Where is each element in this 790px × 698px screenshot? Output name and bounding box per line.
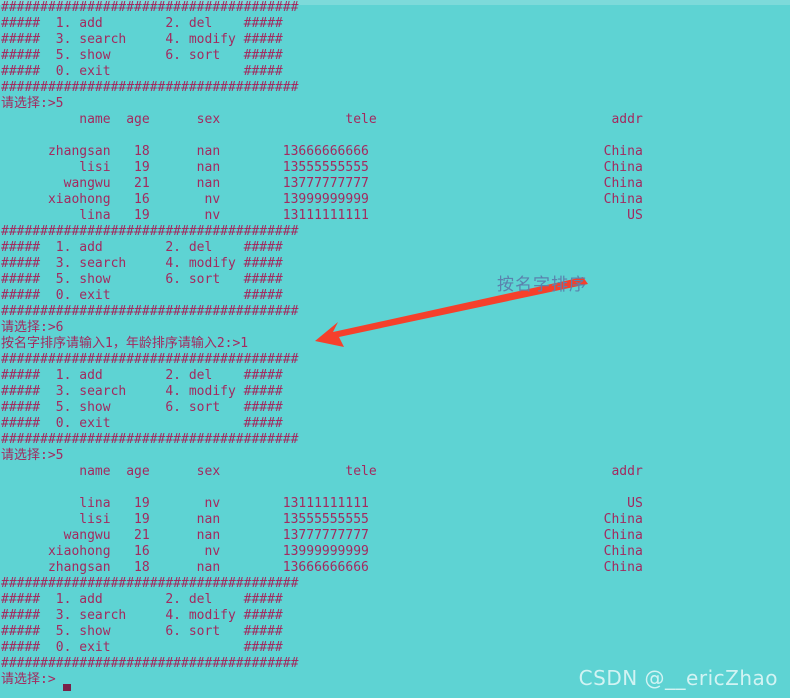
- terminal-line: lina 19 nv 13111111111 US: [1, 208, 643, 223]
- terminal-output[interactable]: ###################################### ##…: [0, 0, 790, 698]
- terminal-line: ######################################: [1, 352, 299, 367]
- terminal-line: ##### 3. search 4. modify #####: [1, 608, 283, 623]
- terminal-line: wangwu 21 nan 13777777777 China: [1, 176, 643, 191]
- terminal-line: name age sex tele addr: [1, 112, 643, 127]
- terminal-line: zhangsan 18 nan 13666666666 China: [1, 560, 643, 575]
- terminal-line: 按名字排序请输入1，年龄排序请输入2:>1: [1, 336, 249, 351]
- terminal-line: ##### 5. show 6. sort #####: [1, 272, 283, 287]
- terminal-line: 请选择:>6: [1, 320, 64, 335]
- terminal-line: 请选择:>5: [1, 96, 64, 111]
- terminal-line: ##### 3. search 4. modify #####: [1, 384, 283, 399]
- terminal-line: ##### 1. add 2. del #####: [1, 240, 283, 255]
- terminal-line: lisi 19 nan 13555555555 China: [1, 512, 643, 527]
- terminal-line: ######################################: [1, 432, 299, 447]
- terminal-line: ##### 1. add 2. del #####: [1, 368, 283, 383]
- terminal-line: ##### 0. exit #####: [1, 416, 283, 431]
- terminal-line: ######################################: [1, 224, 299, 239]
- terminal-line: xiaohong 16 nv 13999999999 China: [1, 544, 643, 559]
- terminal-line: ##### 0. exit #####: [1, 64, 283, 79]
- terminal-line: ######################################: [1, 576, 299, 591]
- terminal-line: lina 19 nv 13111111111 US: [1, 496, 643, 511]
- terminal-line: ##### 5. show 6. sort #####: [1, 400, 283, 415]
- terminal-line: lisi 19 nan 13555555555 China: [1, 160, 643, 175]
- annotation-label: 按名字排序: [497, 275, 587, 295]
- terminal-line: ##### 3. search 4. modify #####: [1, 256, 283, 271]
- terminal-line: wangwu 21 nan 13777777777 China: [1, 528, 643, 543]
- terminal-line: ##### 1. add 2. del #####: [1, 592, 283, 607]
- terminal-line: ######################################: [1, 80, 299, 95]
- terminal-line: xiaohong 16 nv 13999999999 China: [1, 192, 643, 207]
- terminal-line: 请选择:>5: [1, 448, 64, 463]
- terminal-line: ##### 0. exit #####: [1, 288, 283, 303]
- csdn-watermark: CSDN @__ericZhao: [578, 666, 778, 690]
- terminal-line: ##### 5. show 6. sort #####: [1, 48, 283, 63]
- terminal-line: ######################################: [1, 304, 299, 319]
- terminal-line: name age sex tele addr: [1, 464, 643, 479]
- terminal-cursor: [63, 684, 71, 691]
- terminal-line: ##### 1. add 2. del #####: [1, 16, 283, 31]
- terminal-line: ##### 0. exit #####: [1, 640, 283, 655]
- terminal-line: zhangsan 18 nan 13666666666 China: [1, 144, 643, 159]
- terminal-line: ##### 3. search 4. modify #####: [1, 32, 283, 47]
- terminal-line: ##### 5. show 6. sort #####: [1, 624, 283, 639]
- terminal-line: ######################################: [1, 0, 299, 15]
